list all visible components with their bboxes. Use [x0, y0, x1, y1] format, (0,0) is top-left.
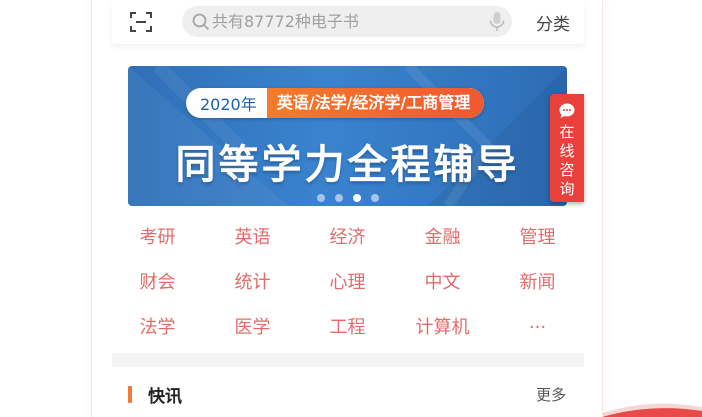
category-item[interactable]: 金融	[395, 222, 490, 267]
category-row: 财会 统计 心理 中文 新闻	[110, 267, 585, 312]
category-item[interactable]: 新闻	[490, 267, 585, 312]
carousel-dot[interactable]	[334, 194, 343, 202]
news-more-link[interactable]: 更多	[536, 384, 566, 405]
category-item[interactable]: 中文	[395, 267, 490, 312]
promo-banner[interactable]: 2020年 英语/法学/经济学/工商管理 同等学力全程辅导	[128, 66, 567, 206]
category-item[interactable]: 考研	[110, 222, 205, 267]
news-accent-bar	[128, 386, 132, 403]
category-item[interactable]: 计算机	[395, 312, 490, 357]
top-bar: 分类	[112, 0, 584, 44]
section-divider	[112, 353, 584, 367]
search-icon	[192, 13, 210, 31]
news-title: 快讯	[148, 387, 182, 407]
consult-label: 在线咨询	[559, 123, 575, 198]
banner-subjects: 英语/法学/经济学/工商管理	[266, 88, 485, 118]
microphone-icon[interactable]	[488, 11, 506, 33]
app-screen: 分类 2020年 英语/法学/经济学/工商管理 同等学力全程辅导 在线咨询 考研…	[92, 0, 602, 417]
more-categories-button[interactable]: ···	[490, 312, 585, 357]
banner-year: 2020年	[200, 95, 257, 114]
banner-title: 同等学力全程辅导	[175, 142, 520, 188]
category-item[interactable]: 医学	[205, 312, 300, 357]
banner-tagline: 2020年 英语/法学/经济学/工商管理	[186, 88, 485, 118]
carousel-dot[interactable]	[370, 194, 379, 202]
search-input[interactable]	[212, 6, 482, 37]
category-grid: 考研 英语 经济 金融 管理 财会 统计 心理 中文 新闻 法学 医学 工程 计算机 ···	[110, 222, 585, 357]
category-item[interactable]: 心理	[300, 267, 395, 312]
category-row: 考研 英语 经济 金融 管理	[110, 222, 585, 267]
search-bar[interactable]	[182, 6, 512, 37]
carousel-dot[interactable]	[352, 194, 361, 202]
category-item[interactable]: 统计	[205, 267, 300, 312]
category-item[interactable]: 财会	[110, 267, 205, 312]
category-item[interactable]: 法学	[110, 312, 205, 357]
carousel-dot[interactable]	[316, 194, 325, 202]
category-item[interactable]: 英语	[205, 222, 300, 267]
category-item[interactable]: 工程	[300, 312, 395, 357]
scan-icon[interactable]	[129, 10, 153, 34]
category-item[interactable]: 经济	[300, 222, 395, 267]
chat-bubble-icon	[559, 103, 575, 118]
category-row: 法学 医学 工程 计算机 ···	[110, 312, 585, 357]
category-button[interactable]: 分类	[536, 10, 570, 35]
carousel-dots	[128, 194, 567, 202]
background-swoosh	[592, 403, 702, 417]
category-item[interactable]: 管理	[490, 222, 585, 267]
online-consult-button[interactable]: 在线咨询	[550, 94, 584, 202]
news-section-header: 快讯 更多	[112, 367, 584, 417]
